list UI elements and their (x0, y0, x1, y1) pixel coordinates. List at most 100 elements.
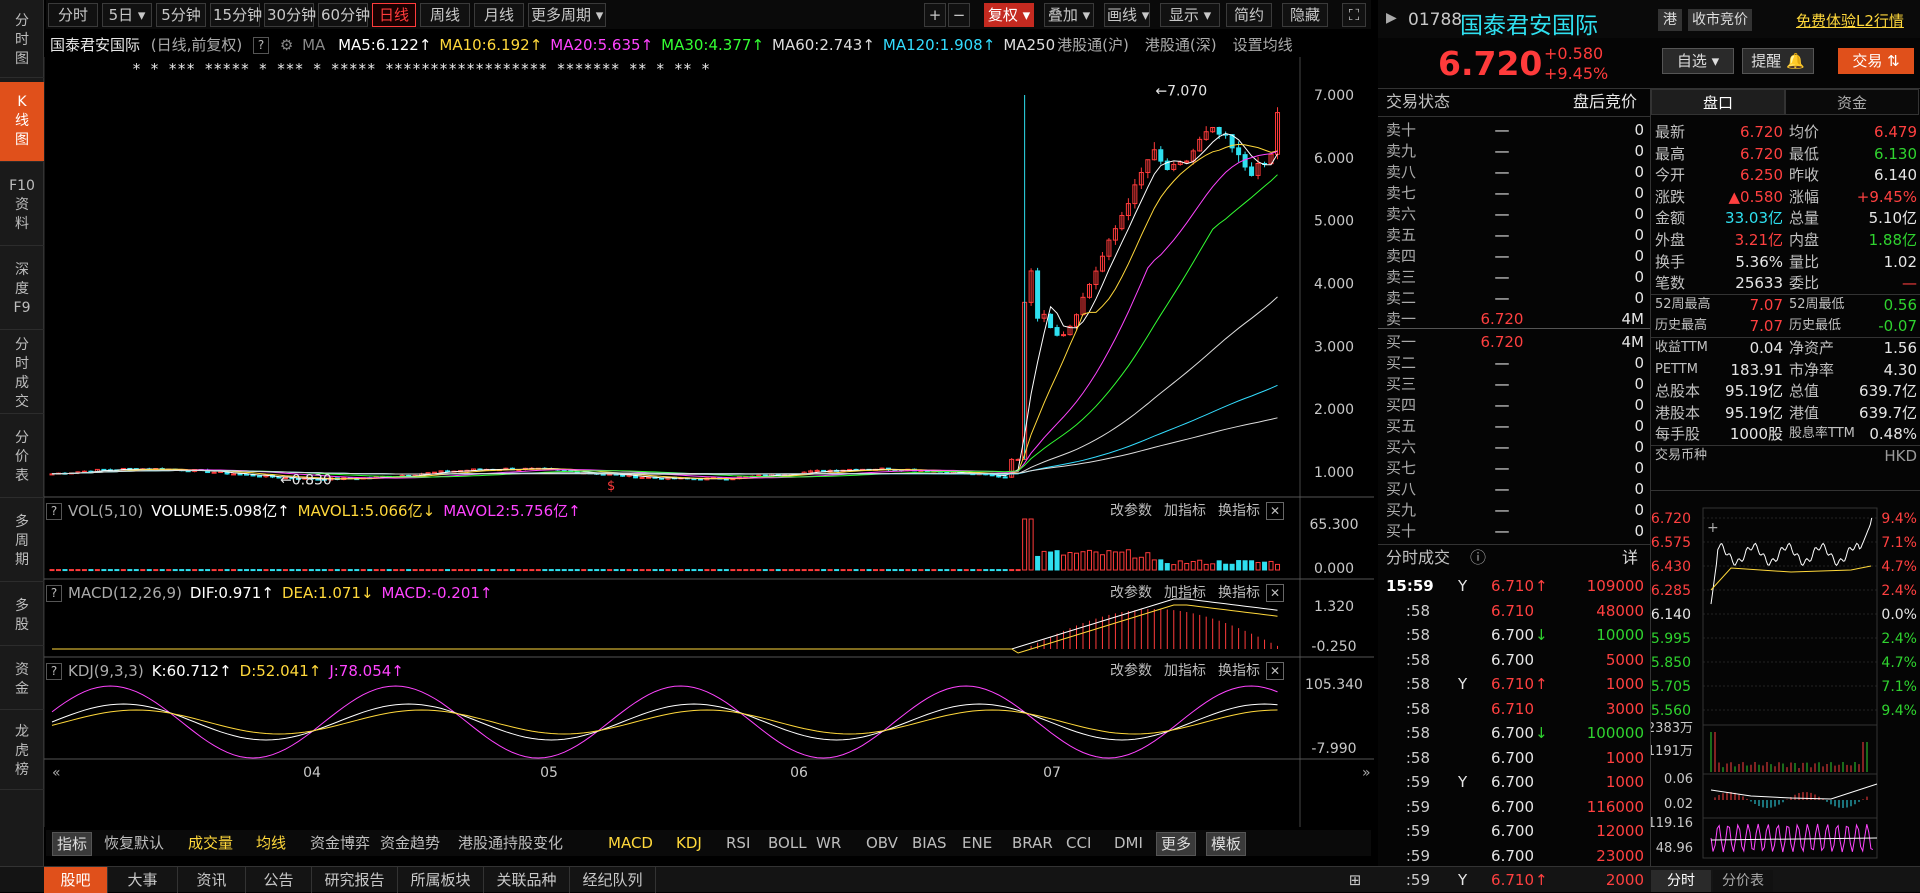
toolbar-right-button-5[interactable]: 显示 ▾ (1160, 3, 1220, 27)
orderbook-price[interactable]: — (1458, 204, 1546, 224)
orderbook-price[interactable]: — (1458, 141, 1546, 161)
orderbook-price[interactable]: — (1458, 183, 1546, 203)
period-button-4[interactable]: 30分钟 (264, 3, 316, 27)
indicator-tab-18[interactable]: 更多 (1156, 832, 1197, 856)
ma-extra-0[interactable]: 港股通(沪) (1057, 36, 1129, 54)
bottom-tab-2[interactable]: 资讯 (178, 867, 246, 893)
bottom-tab-1[interactable]: 大事 (108, 867, 178, 893)
orderbook-price[interactable]: — (1458, 416, 1546, 436)
fullscreen-icon[interactable]: ⛶ (1342, 3, 1366, 27)
sidebar-tab-9[interactable]: 龙虎榜 (0, 714, 44, 790)
ticks-detail-button[interactable]: 详 (1622, 548, 1638, 568)
orderbook-price[interactable]: — (1458, 162, 1546, 182)
close-icon[interactable]: ✕ (1266, 584, 1284, 602)
kline-chart-area[interactable]: 7.000 6.000 5.000 4.000 3.000 2.000 1.000 * * *… (44, 57, 1374, 827)
indicator-tab-5[interactable]: 资金趋势 (380, 832, 440, 854)
orderbook-price[interactable]: — (1458, 374, 1546, 394)
orderbook-price[interactable]: — (1458, 288, 1546, 308)
orderbook-price[interactable]: — (1458, 267, 1546, 287)
sidebar-tab-0[interactable]: 分时图 (0, 4, 44, 78)
l2-promo-link[interactable]: 免费体验L2行情 (1796, 10, 1904, 31)
orderbook-price[interactable]: — (1458, 458, 1546, 478)
ma-extra-1[interactable]: 港股通(深) (1145, 36, 1217, 54)
help-icon[interactable]: ? (253, 37, 270, 54)
right-tab-1[interactable]: 资金 (1785, 89, 1919, 115)
indicator-tab-11[interactable]: WR (816, 832, 841, 854)
indicator-tab-3[interactable]: 均线 (256, 832, 286, 854)
indicator-tab-4[interactable]: 资金博弈 (310, 832, 370, 854)
sidebar-tab-1[interactable]: K线图 (0, 82, 44, 162)
period-button-2[interactable]: 5分钟 (156, 3, 206, 27)
indicator-tab-14[interactable]: ENE (962, 832, 992, 854)
panel-button-0[interactable]: 改参数 (1110, 503, 1152, 519)
gear-icon[interactable]: ⚙ (280, 36, 293, 54)
panel-button-2[interactable]: 换指标 (1218, 585, 1260, 601)
orderbook-price[interactable]: 6.720 (1458, 332, 1546, 352)
mini-tab-0[interactable]: 分时 (1651, 870, 1711, 892)
panel-button-1[interactable]: 加指标 (1164, 663, 1206, 679)
bottom-tab-0[interactable]: 股吧 (44, 867, 108, 893)
panel-button-0[interactable]: 改参数 (1110, 663, 1152, 679)
close-icon[interactable]: ✕ (1266, 502, 1284, 520)
bottom-tab-4[interactable]: 研究报告 (312, 867, 398, 893)
help-icon[interactable]: ? (46, 503, 62, 520)
toolbar-right-button-3[interactable]: 叠加 ▾ (1044, 3, 1094, 27)
ma-extra-2[interactable]: 设置均线 (1233, 36, 1293, 54)
watchlist-button[interactable]: 自选 ▾ (1662, 48, 1734, 74)
intraday-mini-chart[interactable]: 6.720 9.4% 6.575 7.1% 6.430 4.7% 6.285 2.4% 6.14… (1651, 500, 1920, 866)
info-icon[interactable]: ⓘ (1470, 548, 1486, 568)
bottom-tab-6[interactable]: 关联品种 (484, 867, 570, 893)
period-button-7[interactable]: 周线 (420, 3, 470, 27)
close-icon[interactable]: ✕ (1266, 662, 1284, 680)
indicator-tab-19[interactable]: 模板 (1206, 832, 1247, 856)
indicator-tab-7[interactable]: MACD (608, 832, 653, 854)
sidebar-tab-8[interactable]: 资金 (0, 650, 44, 710)
indicator-tab-12[interactable]: OBV (866, 832, 898, 854)
toolbar-right-button-1[interactable]: − (948, 3, 970, 27)
help-icon[interactable]: ? (46, 663, 62, 680)
indicator-tab-13[interactable]: BIAS (912, 832, 947, 854)
toolbar-right-button-4[interactable]: 画线 ▾ (1104, 3, 1150, 27)
indicator-tab-15[interactable]: BRAR (1012, 832, 1053, 854)
panel-button-2[interactable]: 换指标 (1218, 663, 1260, 679)
orderbook-price[interactable]: — (1458, 395, 1546, 415)
bottom-tab-5[interactable]: 所属板块 (398, 867, 484, 893)
period-button-6[interactable]: 日线 (372, 3, 416, 27)
toolbar-right-button-7[interactable]: 隐藏 (1282, 3, 1328, 27)
indicator-tab-1[interactable]: 恢复默认 (104, 832, 164, 854)
orderbook-price[interactable]: — (1458, 521, 1546, 541)
indicator-tab-8[interactable]: KDJ (676, 832, 702, 854)
sidebar-tab-2[interactable]: F10 资料 (0, 166, 44, 246)
sidebar-tab-3[interactable]: 深度 F9 (0, 250, 44, 330)
orderbook-price[interactable]: — (1458, 437, 1546, 457)
orderbook-price[interactable]: — (1458, 353, 1546, 373)
indicator-tab-6[interactable]: 港股通持股变化 (458, 832, 563, 854)
indicator-tab-9[interactable]: RSI (726, 832, 750, 854)
menu-arrow-icon[interactable]: ▶ (1386, 10, 1397, 26)
orderbook-price[interactable]: — (1458, 120, 1546, 140)
period-button-1[interactable]: 5日 ▾ (102, 3, 152, 27)
period-button-8[interactable]: 月线 (474, 3, 524, 27)
sidebar-tab-7[interactable]: 多股 (0, 586, 44, 646)
right-tab-0[interactable]: 盘口 (1651, 89, 1785, 115)
indicator-tab-0[interactable]: 指标 (52, 832, 93, 856)
bottom-tab-3[interactable]: 公告 (246, 867, 312, 893)
period-button-3[interactable]: 15分钟 (210, 3, 262, 27)
orderbook-price[interactable]: — (1458, 479, 1546, 499)
period-button-0[interactable]: 分时 (48, 3, 98, 27)
panel-button-1[interactable]: 加指标 (1164, 585, 1206, 601)
alert-button[interactable]: 提醒 🔔 (1742, 48, 1814, 74)
orderbook-price[interactable]: — (1458, 225, 1546, 245)
sidebar-tab-5[interactable]: 分价表 (0, 418, 44, 498)
panel-button-2[interactable]: 换指标 (1218, 503, 1260, 519)
indicator-tab-16[interactable]: CCI (1066, 832, 1091, 854)
panel-button-1[interactable]: 加指标 (1164, 503, 1206, 519)
expand-icon[interactable]: ⊞ (1340, 867, 1370, 893)
sidebar-tab-6[interactable]: 多周期 (0, 502, 44, 582)
orderbook-price[interactable]: 6.720 (1458, 309, 1546, 329)
panel-button-0[interactable]: 改参数 (1110, 585, 1152, 601)
mini-tab-1[interactable]: 分价表 (1713, 870, 1773, 892)
orderbook-price[interactable]: — (1458, 500, 1546, 520)
indicator-tab-17[interactable]: DMI (1114, 832, 1143, 854)
sidebar-tab-4[interactable]: 分时成交 (0, 334, 44, 414)
